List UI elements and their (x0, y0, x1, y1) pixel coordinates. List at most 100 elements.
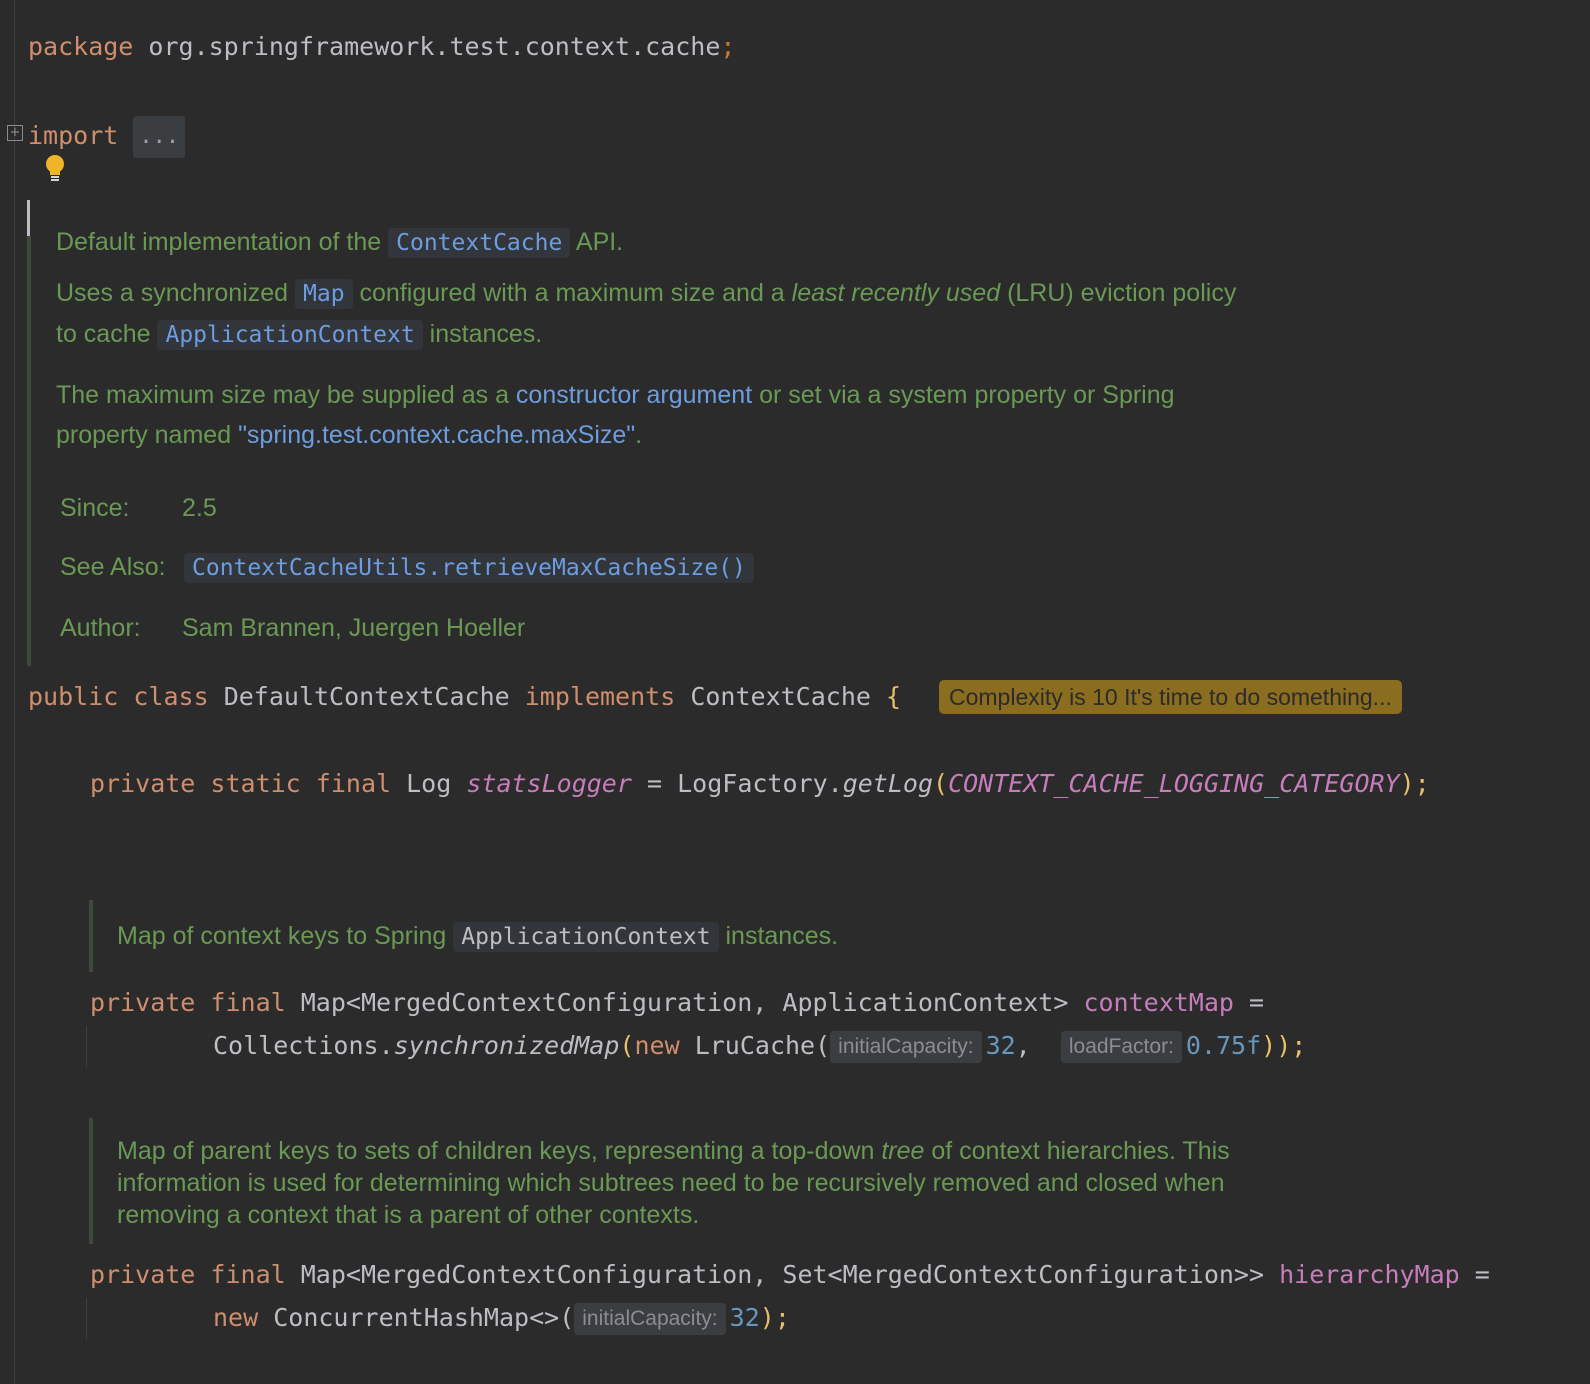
complexity-badge[interactable]: Complexity is 10 It's time to do somethi… (939, 680, 1402, 714)
private-keyword: private (90, 769, 196, 798)
class-doc-bar (27, 236, 31, 666)
doc-text: The maximum size may be supplied as a (56, 381, 509, 409)
author-label: Author: (60, 614, 141, 642)
see-also-link[interactable]: ContextCacheUtils.retrieveMaxCacheSize() (184, 553, 754, 583)
final-keyword: final (210, 1260, 286, 1289)
doc-text: of context hierarchies. This (931, 1137, 1230, 1165)
paren: ( (933, 769, 949, 798)
context-map-doc: Map of context keys to Spring Applicatio… (117, 922, 839, 952)
doc-text: instances. (725, 922, 839, 950)
since-value: 2.5 (182, 494, 217, 522)
comma: , (1015, 1031, 1031, 1060)
field-name[interactable]: contextMap (1083, 988, 1234, 1017)
since-label: Since: (60, 494, 130, 522)
package-line: package org.springframework.test.context… (28, 30, 735, 64)
constructor-call[interactable]: ConcurrentHashMap<>( (273, 1303, 574, 1332)
doc-code-link[interactable]: Map (295, 279, 353, 309)
import-fold[interactable]: ... (133, 116, 186, 158)
editor-gutter (14, 0, 15, 1384)
doc-text: . (635, 421, 643, 449)
class-doc-p3b: property named "spring.test.context.cach… (56, 421, 642, 450)
hierarchy-doc-line2: information is used for determining whic… (117, 1169, 1225, 1197)
number-literal: 32 (985, 1031, 1016, 1060)
doc-text: instances. (429, 320, 543, 348)
doc-text: to cache (56, 320, 151, 348)
class-doc-p2: Uses a synchronized Map configured with … (56, 279, 1237, 309)
field-name[interactable]: hierarchyMap (1279, 1260, 1460, 1289)
method-call[interactable]: getLog (843, 769, 933, 798)
doc-link[interactable]: "spring.test.context.cache.maxSize" (238, 421, 635, 449)
import-keyword: import (28, 121, 119, 150)
operator: = (646, 769, 663, 798)
package-name: org.springframework.test.context.cache (148, 32, 721, 61)
method-call[interactable]: synchronizedMap (394, 1031, 620, 1060)
class-doc-p2b: to cache ApplicationContext instances. (56, 320, 543, 350)
see-also-label: See Also: (60, 553, 166, 581)
doc-link[interactable]: constructor argument (516, 381, 752, 409)
parameter-hint: initialCapacity: (830, 1031, 982, 1063)
indent-guide (86, 1298, 87, 1340)
constructor-call[interactable]: LruCache( (695, 1031, 830, 1060)
final-keyword: final (315, 769, 392, 798)
operator: = (1474, 1260, 1490, 1289)
field-name[interactable]: statsLogger (466, 769, 632, 798)
private-keyword: private (90, 1260, 196, 1289)
static-keyword: static (210, 769, 301, 798)
parameter-hint: initialCapacity: (574, 1303, 726, 1335)
text-caret (27, 200, 30, 236)
public-keyword: public (28, 682, 119, 711)
number-literal: 32 (729, 1303, 760, 1332)
hierarchy-doc-line3: removing a context that is a parent of o… (117, 1201, 700, 1229)
import-line: import ... (28, 116, 186, 158)
doc-text: API. (575, 228, 624, 256)
doc-code-ref[interactable]: ApplicationContext (453, 922, 719, 952)
hierarchy-map-init: new ConcurrentHashMap<>(initialCapacity:… (213, 1301, 790, 1335)
open-brace: { (886, 682, 902, 711)
class-doc-p1: Default implementation of the ContextCac… (56, 228, 624, 258)
doc-text: (LRU) eviction policy (1007, 279, 1237, 307)
type-name: Map<MergedContextConfiguration, Set<Merg… (300, 1260, 1265, 1289)
doc-text: Map of parent keys to sets of children k… (117, 1137, 875, 1165)
class-keyword: class (133, 682, 209, 711)
context-map-init: Collections.synchronizedMap(new LruCache… (213, 1029, 1306, 1063)
hierarchy-map-field: private final Map<MergedContextConfigura… (90, 1258, 1490, 1292)
class-ref: Collections. (213, 1031, 394, 1060)
class-doc-p3: The maximum size may be supplied as a co… (56, 381, 1175, 410)
parameter-hint: loadFactor: (1060, 1031, 1182, 1063)
lightbulb-icon[interactable] (44, 154, 66, 184)
indent-guide (86, 1026, 87, 1068)
class-name[interactable]: DefaultContextCache (224, 682, 510, 711)
implements-keyword: implements (524, 682, 676, 711)
package-keyword: package (28, 32, 134, 61)
paren: ( (619, 1031, 635, 1060)
paren-close: ); (759, 1303, 790, 1332)
doc-emphasis: least recently used (791, 279, 1001, 307)
private-keyword: private (90, 988, 196, 1017)
stats-logger-field: private static final Log statsLogger = L… (90, 767, 1430, 801)
doc-emphasis: tree (881, 1137, 925, 1165)
number-literal: 0.75f (1185, 1031, 1262, 1060)
plus-box-icon[interactable]: + (7, 125, 23, 141)
doc-text: Map of context keys to Spring (117, 922, 447, 950)
hierarchy-doc-bar (89, 1118, 93, 1244)
paren-close: )); (1261, 1031, 1307, 1060)
new-keyword: new (634, 1031, 680, 1060)
final-keyword: final (210, 988, 286, 1017)
doc-text: or set via a system property or Spring (759, 381, 1175, 409)
doc-text: configured with a maximum size and a (359, 279, 785, 307)
author-value: Sam Brannen, Juergen Hoeller (182, 614, 526, 642)
context-map-doc-bar (89, 900, 93, 972)
doc-text: property named (56, 421, 232, 449)
operator: = (1249, 988, 1265, 1017)
see-also-value-wrap: ContextCacheUtils.retrieveMaxCacheSize() (184, 553, 754, 583)
doc-code-link[interactable]: ContextCache (388, 228, 571, 258)
interface-name[interactable]: ContextCache (690, 682, 871, 711)
context-map-field: private final Map<MergedContextConfigura… (90, 986, 1264, 1020)
class-ref: LogFactory. (677, 769, 843, 798)
new-keyword: new (213, 1303, 259, 1332)
class-declaration: public class DefaultContextCache impleme… (28, 680, 901, 714)
constant-ref[interactable]: CONTEXT_CACHE_LOGGING_CATEGORY (948, 769, 1400, 798)
semicolon: ; (720, 32, 736, 61)
paren-close: ); (1399, 769, 1430, 798)
doc-code-link[interactable]: ApplicationContext (157, 320, 423, 350)
